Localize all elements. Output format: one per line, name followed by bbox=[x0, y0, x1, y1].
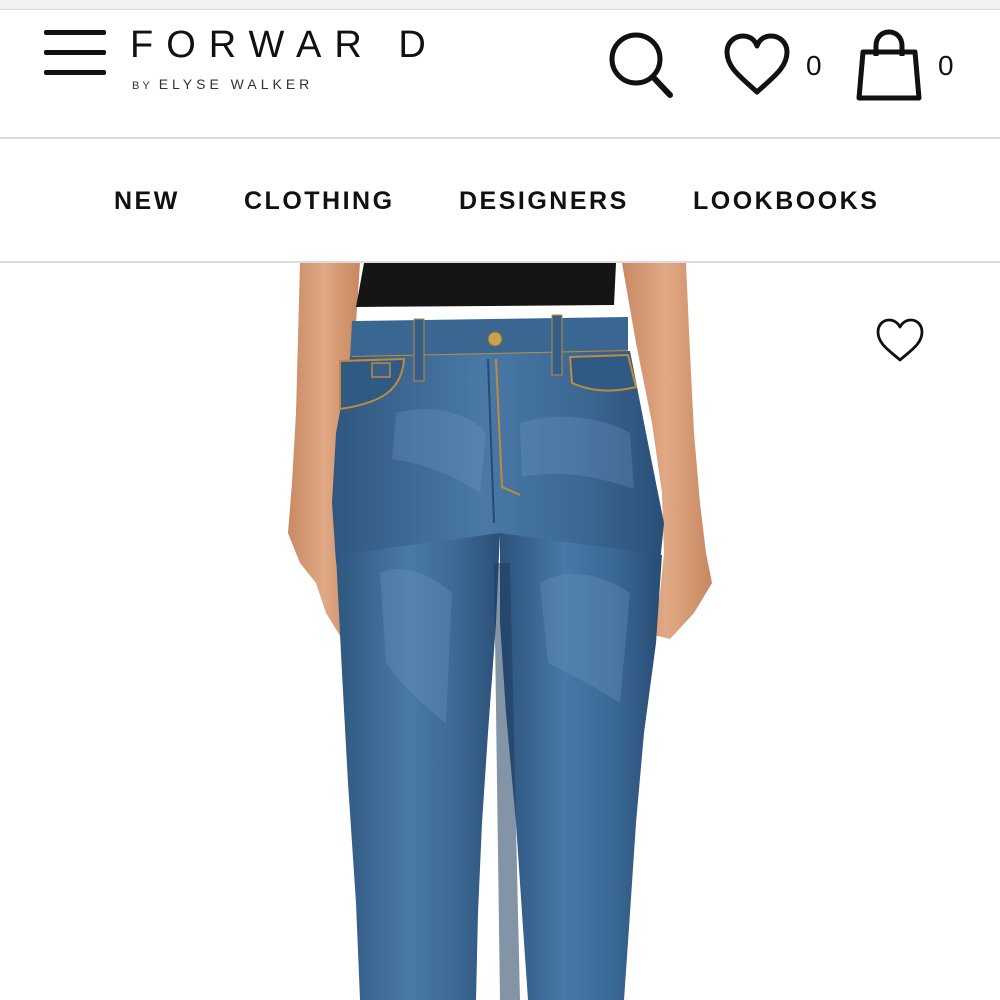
logo-wordmark: FORWAR D bbox=[130, 24, 439, 66]
shopping-bag-button[interactable]: 0 bbox=[854, 28, 964, 102]
search-icon bbox=[609, 32, 673, 98]
product-photo[interactable] bbox=[0, 263, 1000, 1000]
nav-item-new[interactable]: NEW bbox=[114, 187, 180, 216]
bag-count: 0 bbox=[938, 50, 954, 81]
nav-item-lookbooks[interactable]: LOOKBOOKS bbox=[693, 187, 879, 216]
wishlist-count: 0 bbox=[806, 50, 822, 81]
nav-item-clothing[interactable]: CLOTHING bbox=[244, 187, 395, 216]
logo-tagline-name: ELYSE WALKER bbox=[158, 76, 314, 92]
heart-outline-icon bbox=[876, 318, 924, 362]
nav-item-designers[interactable]: DESIGNERS bbox=[459, 187, 629, 216]
main-navigation: NEW CLOTHING DESIGNERS LOOKBOOKS bbox=[0, 139, 1000, 263]
search-button[interactable] bbox=[606, 32, 676, 102]
product-image-area bbox=[0, 263, 1000, 1000]
logo-tagline-by: BY bbox=[132, 80, 153, 92]
wishlist-button[interactable]: 0 bbox=[722, 32, 832, 98]
site-logo[interactable]: FORWAR D BY ELYSE WALKER bbox=[130, 24, 470, 104]
heart-icon bbox=[724, 33, 790, 95]
shopping-bag-icon bbox=[856, 29, 922, 101]
browser-top-strip bbox=[0, 0, 1000, 10]
logo-tagline: BY ELYSE WALKER bbox=[132, 76, 313, 92]
add-to-favorites-button[interactable] bbox=[874, 317, 926, 365]
site-header: FORWAR D BY ELYSE WALKER 0 0 bbox=[0, 10, 1000, 139]
product-page: FORWAR D BY ELYSE WALKER 0 0 NEW CLOTHIN… bbox=[0, 0, 1000, 1000]
hamburger-menu-icon[interactable] bbox=[44, 30, 106, 78]
